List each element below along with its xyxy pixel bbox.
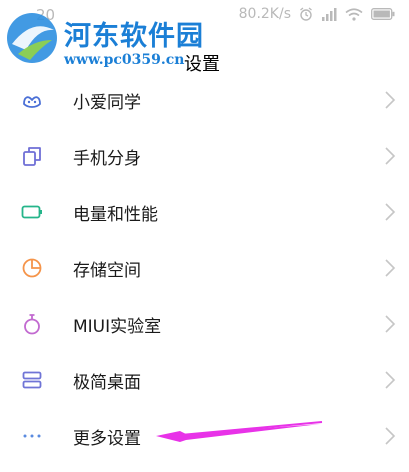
settings-item-label: MIUI实验室: [73, 317, 162, 337]
alarm-icon: [299, 7, 313, 21]
settings-item-more-settings[interactable]: 更多设置: [0, 408, 409, 464]
battery-icon: [20, 200, 44, 224]
settings-item-miui-lab[interactable]: MIUI实验室: [0, 296, 409, 352]
chevron-right-icon: [384, 426, 396, 446]
settings-item-battery[interactable]: 电量和性能: [0, 184, 409, 240]
settings-item-label: 电量和性能: [73, 205, 158, 225]
chevron-right-icon: [384, 146, 396, 166]
chevron-right-icon: [384, 258, 396, 278]
lab-flask-icon: [20, 312, 44, 336]
watermark-logo-icon: [7, 13, 57, 63]
watermark-title: 河东软件园: [64, 21, 204, 52]
storage-pie-icon: [20, 256, 44, 280]
clone-icon: [20, 144, 44, 168]
chevron-right-icon: [384, 202, 396, 222]
chevron-right-icon: [384, 314, 396, 334]
signal-icon: [321, 7, 337, 21]
chevron-right-icon: [384, 90, 396, 110]
settings-item-simple-desktop[interactable]: 极简桌面: [0, 352, 409, 408]
settings-item-label: 小爱同学: [73, 93, 141, 113]
network-speed: 80.2K/s: [238, 6, 291, 22]
settings-screen: 20 80.2K/s 河东软件园 www.pc0359.cn 设置 小爱同学 手…: [0, 0, 409, 472]
watermark-url: www.pc0359.cn: [64, 52, 185, 68]
settings-item-app-clone[interactable]: 手机分身: [0, 128, 409, 184]
settings-item-storage[interactable]: 存储空间: [0, 240, 409, 296]
wifi-icon: [345, 7, 363, 21]
settings-item-label: 更多设置: [73, 429, 141, 449]
status-indicators: 80.2K/s: [239, 6, 395, 22]
more-dots-icon: [20, 424, 44, 448]
battery-status-icon: [371, 8, 395, 20]
settings-item-label: 存储空间: [73, 261, 141, 281]
settings-item-label: 手机分身: [73, 149, 141, 169]
chevron-right-icon: [384, 370, 396, 390]
settings-item-xiaoai[interactable]: 小爱同学: [0, 72, 409, 128]
simple-desktop-icon: [20, 368, 44, 392]
settings-item-label: 极简桌面: [73, 373, 141, 393]
xiaoai-icon: [20, 88, 44, 112]
